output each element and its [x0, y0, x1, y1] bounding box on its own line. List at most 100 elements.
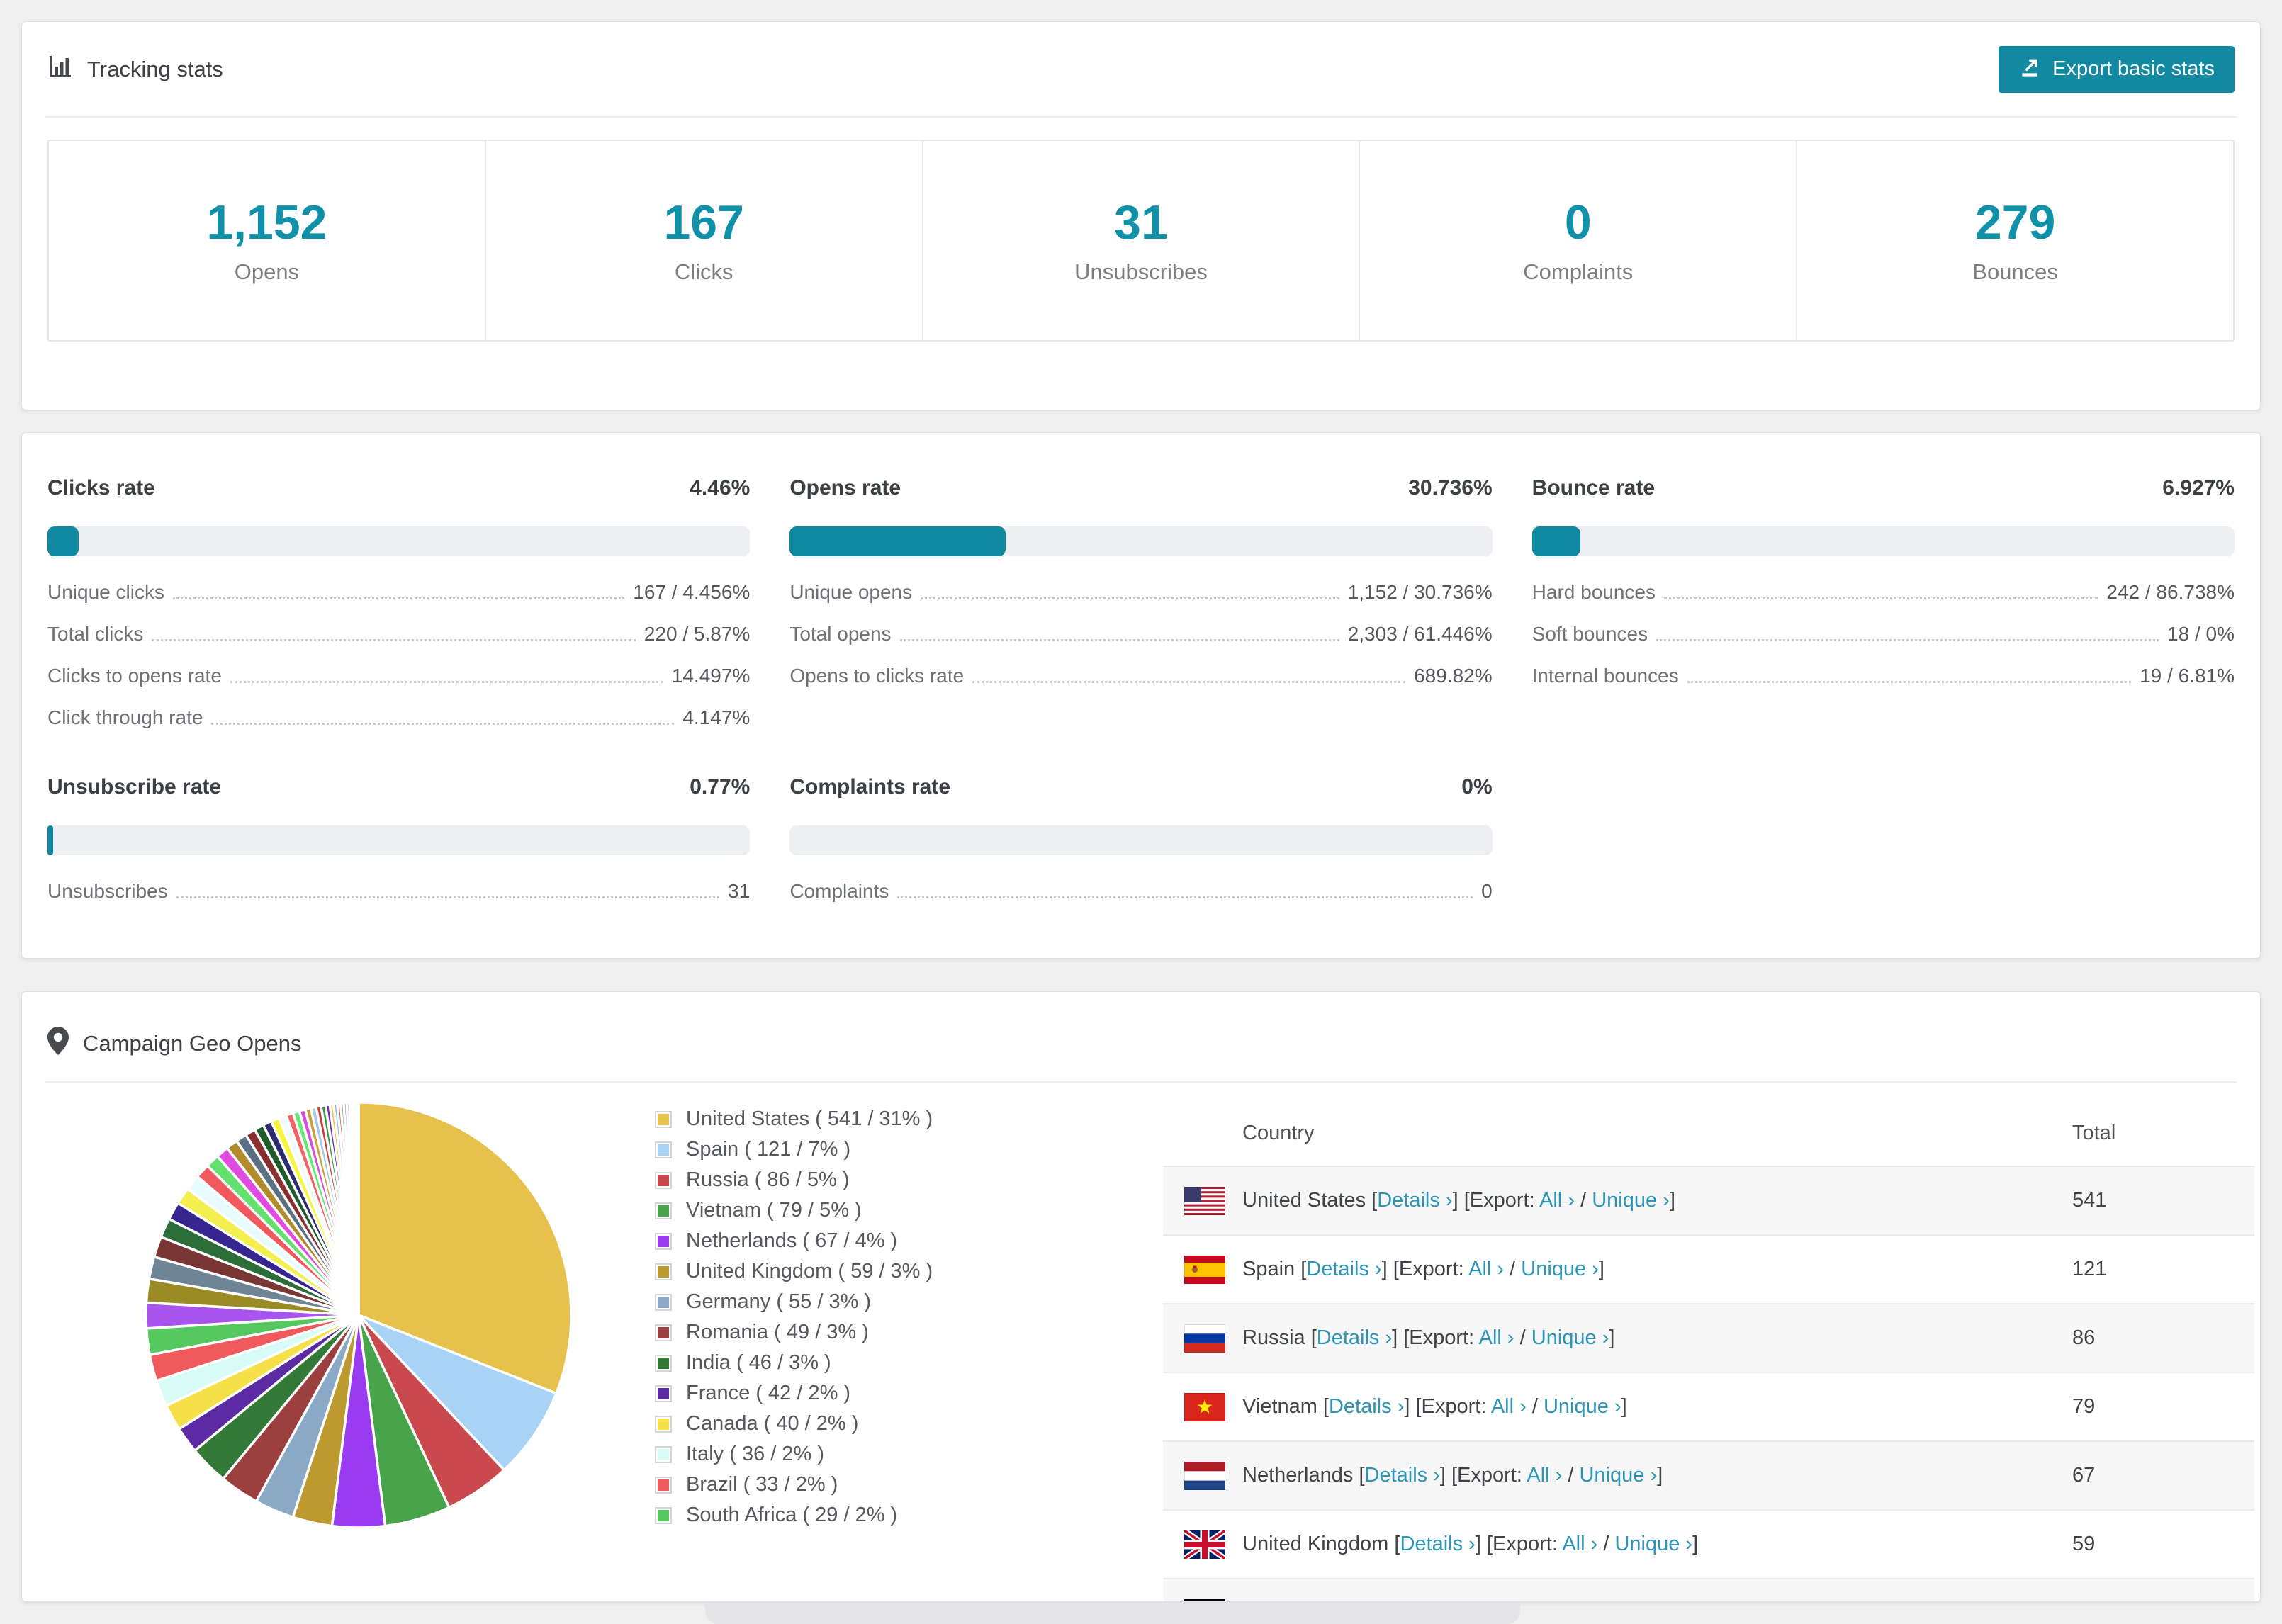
stat-value: 1,152: [206, 196, 327, 249]
rate-progress-track: [1531, 526, 2235, 556]
export-all-link[interactable]: All ›: [1479, 1326, 1514, 1349]
flag-es-icon: [1184, 1255, 1242, 1284]
bracket: ]: [1631, 1601, 1636, 1602]
export-all-link[interactable]: All ›: [1491, 1395, 1527, 1418]
tracking-header: Tracking stats Export basic stats: [22, 22, 2260, 116]
geo-row-total: 79: [2072, 1395, 2096, 1418]
geo-row-russia: Russia [Details ›] [Export: All › / Uniq…: [1163, 1303, 2254, 1372]
export-unique-link[interactable]: Unique ›: [1614, 1533, 1692, 1555]
legend-label: South Africa ( 29 / 2% ): [686, 1504, 898, 1526]
details-link[interactable]: Details ›: [1317, 1326, 1392, 1349]
stat-value: 0: [1564, 196, 1592, 249]
rate-row-value: 4.147%: [682, 706, 751, 728]
rate-row-soft-bounces: Soft bounces 18 / 0%: [1532, 614, 2235, 655]
rate-title: Opens rate: [789, 476, 901, 500]
geo-row-country: Netherlands [Details ›] [Export: All › /…: [1242, 1464, 2072, 1487]
rate-row-value: 14.497%: [671, 665, 751, 687]
rate-rows: Unsubscribes 31: [47, 871, 750, 913]
rate-row-value: 689.82%: [1414, 665, 1493, 687]
details-link[interactable]: Details ›: [1329, 1395, 1404, 1418]
country-name: United Kingdom: [1242, 1533, 1395, 1555]
rate-row-complaints: Complaints 0: [789, 871, 1492, 913]
export-all-link[interactable]: All ›: [1539, 1189, 1575, 1212]
rate-head: Clicks rate 4.46%: [47, 475, 750, 501]
leader-dots: [921, 597, 1339, 599]
rate-row-value: 242 / 86.738%: [2106, 581, 2235, 603]
geo-row-total: 121: [2072, 1258, 2107, 1280]
bracket: [: [1371, 1189, 1378, 1212]
legend-label: Spain ( 121 / 7% ): [686, 1138, 851, 1161]
legend-swatch: [655, 1202, 672, 1219]
geo-opens-card: Campaign Geo Opens United States ( 541 /…: [21, 991, 2261, 1602]
rate-row-unique-clicks: Unique clicks 167 / 4.456%: [47, 572, 750, 614]
rate-progress-track: [47, 526, 751, 556]
legend-item-united-kingdom: United Kingdom ( 59 / 3% ): [655, 1256, 933, 1287]
stat-label: Complaints: [1523, 259, 1634, 284]
rate-row-label: Internal bounces: [1531, 665, 1679, 687]
details-link[interactable]: Details ›: [1377, 1189, 1452, 1212]
rate-value: 0.77%: [690, 775, 751, 799]
legend-swatch: [655, 1171, 672, 1189]
geo-table-header: Country Total: [1163, 1100, 2254, 1166]
rate-row-internal-bounces: Internal bounces 19 / 6.81%: [1532, 655, 2235, 697]
geo-table: Country Total United States [Details ›] …: [1163, 1100, 2254, 1602]
rate-block-complaints-rate: Complaints rate 0% Complaints 0: [789, 774, 1493, 913]
header-divider: [45, 116, 2237, 118]
page-title: Tracking stats: [87, 56, 223, 81]
rate-row-label: Click through rate: [47, 706, 203, 728]
legend-item-india: India ( 46 / 3% ): [655, 1348, 933, 1378]
flag-vn-icon: [1184, 1392, 1242, 1421]
export-icon: [2018, 55, 2041, 84]
export-unique-link[interactable]: Unique ›: [1521, 1258, 1599, 1280]
flag-us-icon: [1184, 1186, 1242, 1215]
geo-row-spain: Spain [Details ›] [Export: All › / Uniqu…: [1163, 1234, 2254, 1303]
leader-dots: [176, 896, 720, 898]
geo-row-country: Spain [Details ›] [Export: All › / Uniqu…: [1242, 1258, 2072, 1281]
rate-row-value: 31: [728, 880, 751, 902]
rate-row-label: Unique clicks: [47, 581, 164, 603]
legend-label: Italy ( 36 / 2% ): [686, 1443, 825, 1465]
rate-row-value: 167 / 4.456%: [633, 581, 751, 603]
export-basic-stats-button[interactable]: Export basic stats: [1999, 45, 2235, 93]
geo-table-body: United States [Details ›] [Export: All ›…: [1163, 1166, 2254, 1602]
legend-item-netherlands: Netherlands ( 67 / 4% ): [655, 1226, 933, 1256]
rate-title: Bounce rate: [1531, 476, 1656, 500]
country-column-header: Country: [1242, 1121, 1315, 1144]
export-unique-link[interactable]: Unique ›: [1579, 1464, 1657, 1487]
map-pin-icon: [47, 1026, 69, 1061]
leader-dots: [172, 597, 625, 599]
export-unique-link[interactable]: Unique ›: [1553, 1601, 1631, 1602]
legend-item-brazil: Brazil ( 33 / 2% ): [655, 1470, 933, 1500]
export-unique-link[interactable]: Unique ›: [1592, 1189, 1670, 1212]
rate-row-label: Total opens: [789, 623, 892, 645]
tracking-stats-card: Tracking stats Export basic stats 1,152 O…: [21, 21, 2261, 410]
leader-dots: [211, 723, 675, 725]
legend-swatch: [655, 1263, 672, 1280]
details-link[interactable]: Details ›: [1306, 1258, 1381, 1280]
legend-item-vietnam: Vietnam ( 79 / 5% ): [655, 1195, 933, 1226]
export-all-link[interactable]: All ›: [1468, 1258, 1504, 1280]
rate-row-hard-bounces: Hard bounces 242 / 86.738%: [1532, 572, 2235, 614]
export-unique-link[interactable]: Unique ›: [1544, 1395, 1621, 1418]
details-link[interactable]: Details ›: [1365, 1464, 1440, 1487]
slash: /: [1562, 1464, 1580, 1487]
export-all-link[interactable]: All ›: [1527, 1464, 1562, 1487]
bracket: ] [Export:: [1475, 1533, 1563, 1555]
bottom-scrollbar-thumb[interactable]: [705, 1602, 1520, 1624]
bracket: ]: [1692, 1533, 1699, 1555]
stat-value: 167: [663, 196, 744, 249]
export-all-link[interactable]: All ›: [1562, 1533, 1597, 1555]
export-unique-link[interactable]: Unique ›: [1531, 1326, 1609, 1349]
rate-value: 30.736%: [1408, 476, 1493, 500]
slash: /: [1575, 1189, 1592, 1212]
rate-block-unsubscribe-rate: Unsubscribe rate 0.77% Unsubscribes 31: [47, 774, 751, 913]
legend-label: United Kingdom ( 59 / 3% ): [686, 1260, 933, 1282]
rates-grid: Clicks rate 4.46% Unique clicks 167 / 4.456…: [47, 475, 2235, 913]
rate-row-value: 1,152 / 30.736%: [1347, 581, 1493, 603]
bracket: ]: [1621, 1395, 1627, 1418]
geo-row-germany: Germany [Details ›] [Export: All › / Uni…: [1163, 1578, 2254, 1602]
details-link[interactable]: Details ›: [1400, 1533, 1475, 1555]
rate-row-value: 18 / 0%: [2167, 623, 2235, 645]
bracket: ]: [1669, 1189, 1675, 1212]
bracket: ]: [1657, 1464, 1663, 1487]
